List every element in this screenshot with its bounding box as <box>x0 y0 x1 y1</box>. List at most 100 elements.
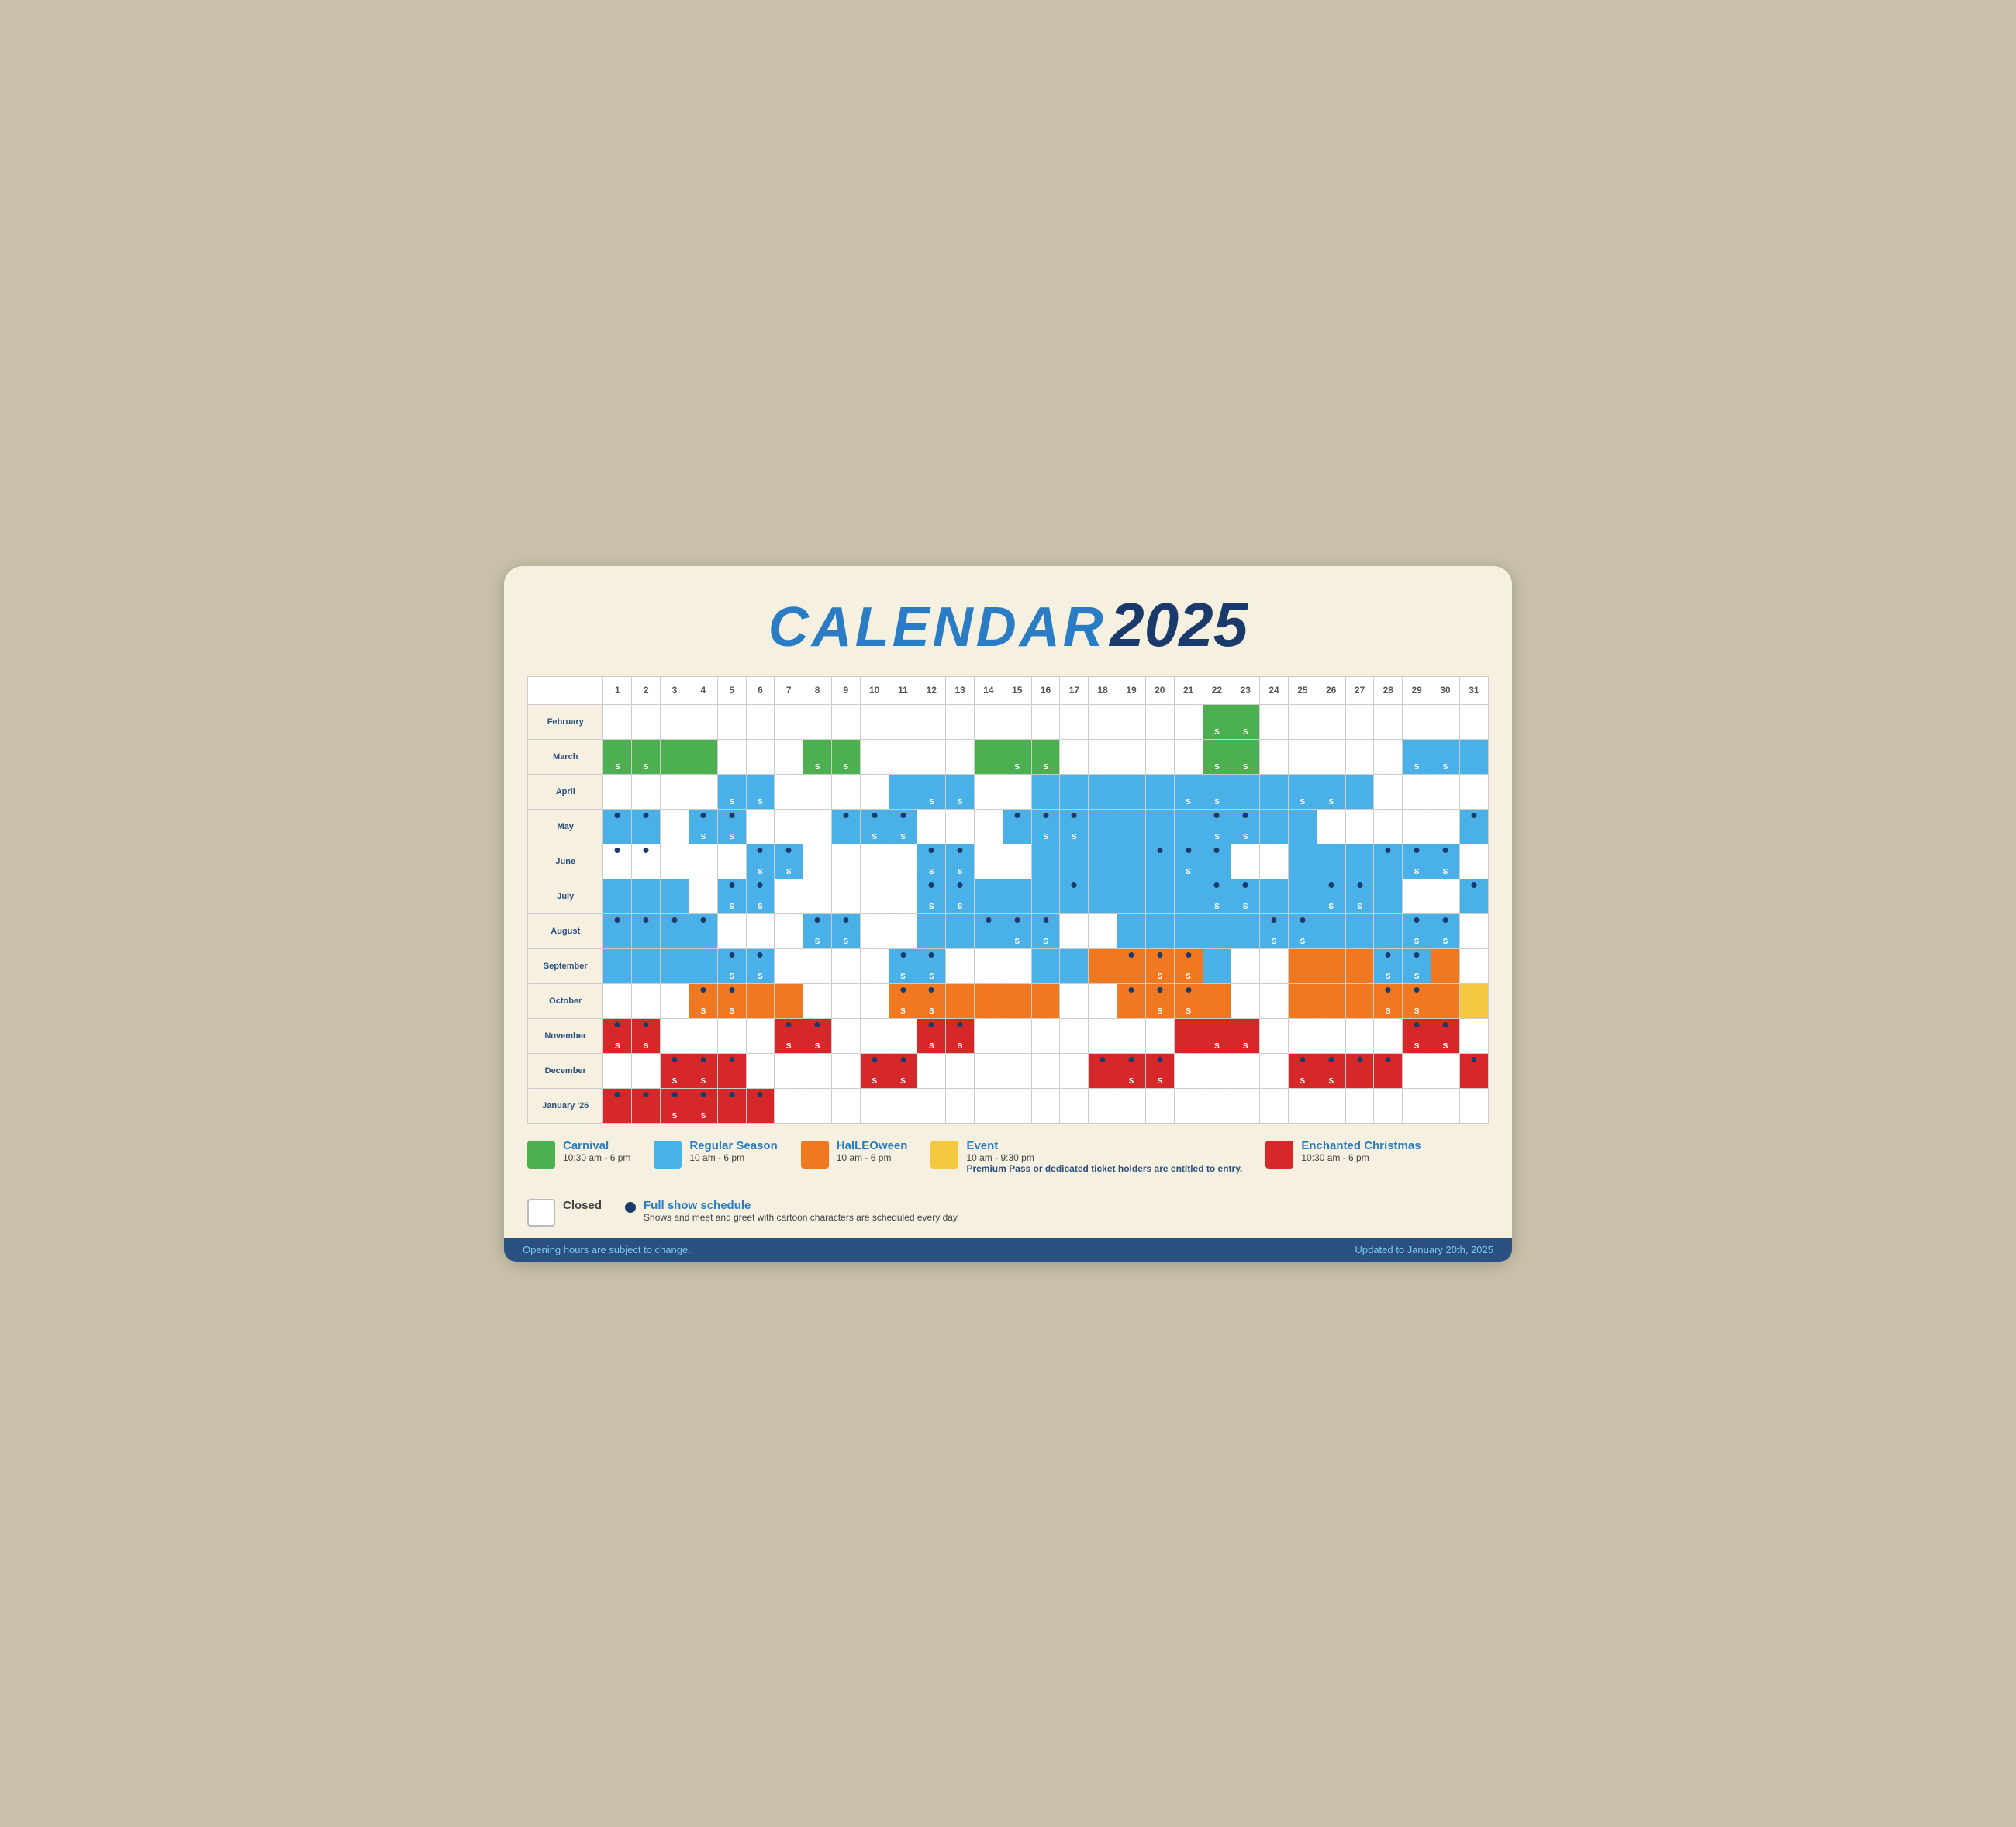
cell: S <box>1031 914 1060 948</box>
cell <box>1374 914 1403 948</box>
cell <box>1260 809 1289 844</box>
cell <box>1317 1018 1345 1053</box>
show-dot <box>729 952 734 958</box>
cell <box>1403 774 1431 809</box>
cell <box>1060 774 1089 809</box>
cell <box>1117 914 1146 948</box>
cell <box>1145 809 1174 844</box>
show-dot <box>1414 917 1420 923</box>
cell <box>1145 774 1174 809</box>
header-day-4: 4 <box>689 676 717 704</box>
header-day-16: 16 <box>1031 676 1060 704</box>
s-label: S <box>1072 833 1077 841</box>
cell <box>603 983 632 1018</box>
cell: S <box>632 1018 661 1053</box>
title-area: CALENDAR 2025 <box>527 589 1489 661</box>
s-label: S <box>900 833 906 841</box>
cell: S <box>717 948 746 983</box>
cell <box>746 809 775 844</box>
s-label: S <box>900 1077 906 1086</box>
header-day-7: 7 <box>775 676 803 704</box>
cell: S <box>775 844 803 879</box>
s-label: S <box>1186 868 1191 876</box>
cell: S <box>1317 774 1345 809</box>
s-label: S <box>929 1042 934 1051</box>
cell: S <box>1288 1053 1317 1088</box>
cell <box>1345 774 1374 809</box>
show-dot <box>644 813 649 818</box>
cell <box>803 948 832 983</box>
cell: S <box>603 1018 632 1053</box>
legend-area: Carnival 10:30 am - 6 pm Regular Season … <box>527 1139 1489 1227</box>
show-dot <box>1157 848 1162 853</box>
cell <box>1117 1088 1146 1123</box>
show-dot <box>615 1022 620 1027</box>
s-label: S <box>1214 798 1220 806</box>
cell <box>889 844 917 879</box>
cell <box>1060 739 1089 774</box>
cell <box>975 879 1003 914</box>
cell: S <box>889 809 917 844</box>
legend-show-label: Full show schedule <box>644 1199 959 1212</box>
cell <box>1374 1088 1403 1123</box>
legend-halloween-hours: 10 am - 6 pm <box>837 1152 908 1163</box>
cell <box>689 1018 717 1053</box>
cell <box>975 948 1003 983</box>
s-label: S <box>672 1077 678 1086</box>
cell <box>1089 739 1117 774</box>
cell <box>803 879 832 914</box>
s-label: S <box>872 833 877 841</box>
s-label: S <box>1214 833 1220 841</box>
show-dot <box>758 848 763 853</box>
cell <box>1459 844 1488 879</box>
cell: S <box>917 774 946 809</box>
s-label: S <box>1386 972 1391 981</box>
cell: S <box>889 1053 917 1088</box>
footer: Opening hours are subject to change. Upd… <box>504 1238 1512 1262</box>
cell <box>1431 704 1460 739</box>
s-label: S <box>872 1077 877 1086</box>
cell: S <box>831 914 860 948</box>
cell <box>1174 1018 1203 1053</box>
footer-right: Updated to January 20th, 2025 <box>1355 1244 1493 1255</box>
cell <box>1031 879 1060 914</box>
show-dot <box>1414 987 1420 993</box>
show-dot <box>758 1092 763 1097</box>
cell <box>1089 704 1117 739</box>
cell: S <box>717 774 746 809</box>
cell <box>1459 983 1488 1018</box>
month-label-January-'26: January '26 <box>528 1088 603 1123</box>
cell <box>1231 1088 1260 1123</box>
cell: S <box>889 983 917 1018</box>
s-label: S <box>1443 868 1448 876</box>
cell <box>775 774 803 809</box>
cell <box>917 1088 946 1123</box>
s-label: S <box>758 868 763 876</box>
cell <box>1317 704 1345 739</box>
calendar-card: CALENDAR 2025 12345678910111213141516171… <box>504 566 1512 1262</box>
cell <box>1117 739 1146 774</box>
cell: S <box>1403 948 1431 983</box>
s-label: S <box>1328 798 1334 806</box>
cell <box>860 1018 889 1053</box>
cell <box>1003 1053 1031 1088</box>
cell <box>975 1018 1003 1053</box>
cell <box>946 948 975 983</box>
s-label: S <box>1186 798 1191 806</box>
cell <box>746 983 775 1018</box>
s-label: S <box>1443 763 1448 772</box>
cell <box>1174 809 1203 844</box>
cell <box>775 983 803 1018</box>
show-dot <box>1214 882 1220 888</box>
show-dot <box>700 917 706 923</box>
s-label: S <box>1243 903 1248 911</box>
show-dot <box>1386 952 1391 958</box>
cell <box>860 983 889 1018</box>
cell <box>1260 983 1289 1018</box>
cell <box>889 739 917 774</box>
cell: S <box>917 879 946 914</box>
cell <box>1288 983 1317 1018</box>
cell <box>1288 1018 1317 1053</box>
cell <box>889 704 917 739</box>
cell <box>1231 983 1260 1018</box>
